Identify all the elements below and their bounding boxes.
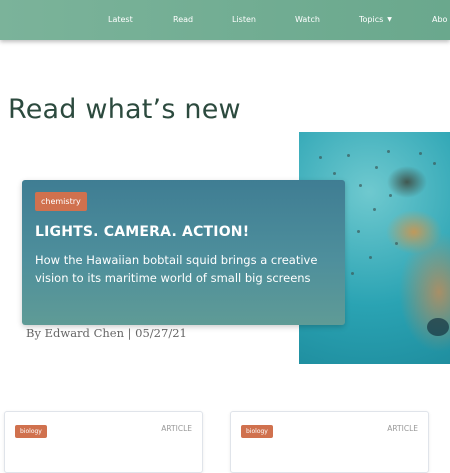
featured-article-card[interactable]: chemistry LIGHTS. CAMERA. ACTION! How th…: [22, 180, 345, 325]
category-tag[interactable]: biology: [241, 425, 273, 438]
byline: By Edward Chen | 05/27/21: [26, 326, 187, 340]
category-tag[interactable]: biology: [15, 425, 47, 438]
content-type-label: ARTICLE: [161, 424, 192, 433]
nav-watch[interactable]: Watch: [295, 0, 320, 40]
chevron-down-icon: ▼: [387, 16, 392, 23]
content-type-label: ARTICLE: [387, 424, 418, 433]
nav-read[interactable]: Read: [173, 0, 193, 40]
nav-topics-label: Topics: [359, 15, 384, 24]
nav-listen[interactable]: Listen: [232, 0, 256, 40]
nav-topics[interactable]: Topics ▼: [359, 0, 392, 40]
category-tag[interactable]: chemistry: [35, 192, 87, 211]
featured-summary: How the Hawaiian bobtail squid brings a …: [35, 253, 318, 285]
top-nav: Latest Read Listen Watch Topics ▼ Abo: [0, 0, 450, 40]
nav-latest[interactable]: Latest: [108, 0, 133, 40]
page-title: Read what’s new: [8, 94, 241, 125]
nav-about[interactable]: Abo: [432, 0, 447, 40]
article-card[interactable]: biology ARTICLE: [4, 411, 203, 473]
article-card[interactable]: biology ARTICLE: [230, 411, 429, 473]
featured-headline[interactable]: LIGHTS. CAMERA. ACTION!: [35, 224, 249, 240]
